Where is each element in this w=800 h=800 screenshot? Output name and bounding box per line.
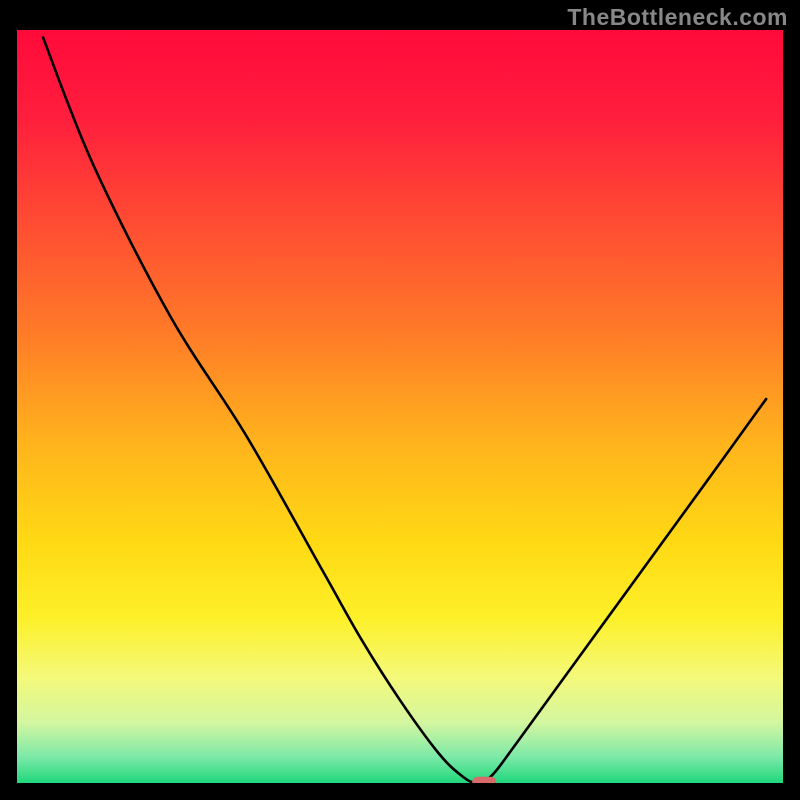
marker-dot [472,777,496,788]
attribution-text: TheBottleneck.com [567,4,788,31]
gradient-background [17,30,783,783]
chart-stage: TheBottleneck.com [0,0,800,800]
chart-svg [0,0,800,800]
